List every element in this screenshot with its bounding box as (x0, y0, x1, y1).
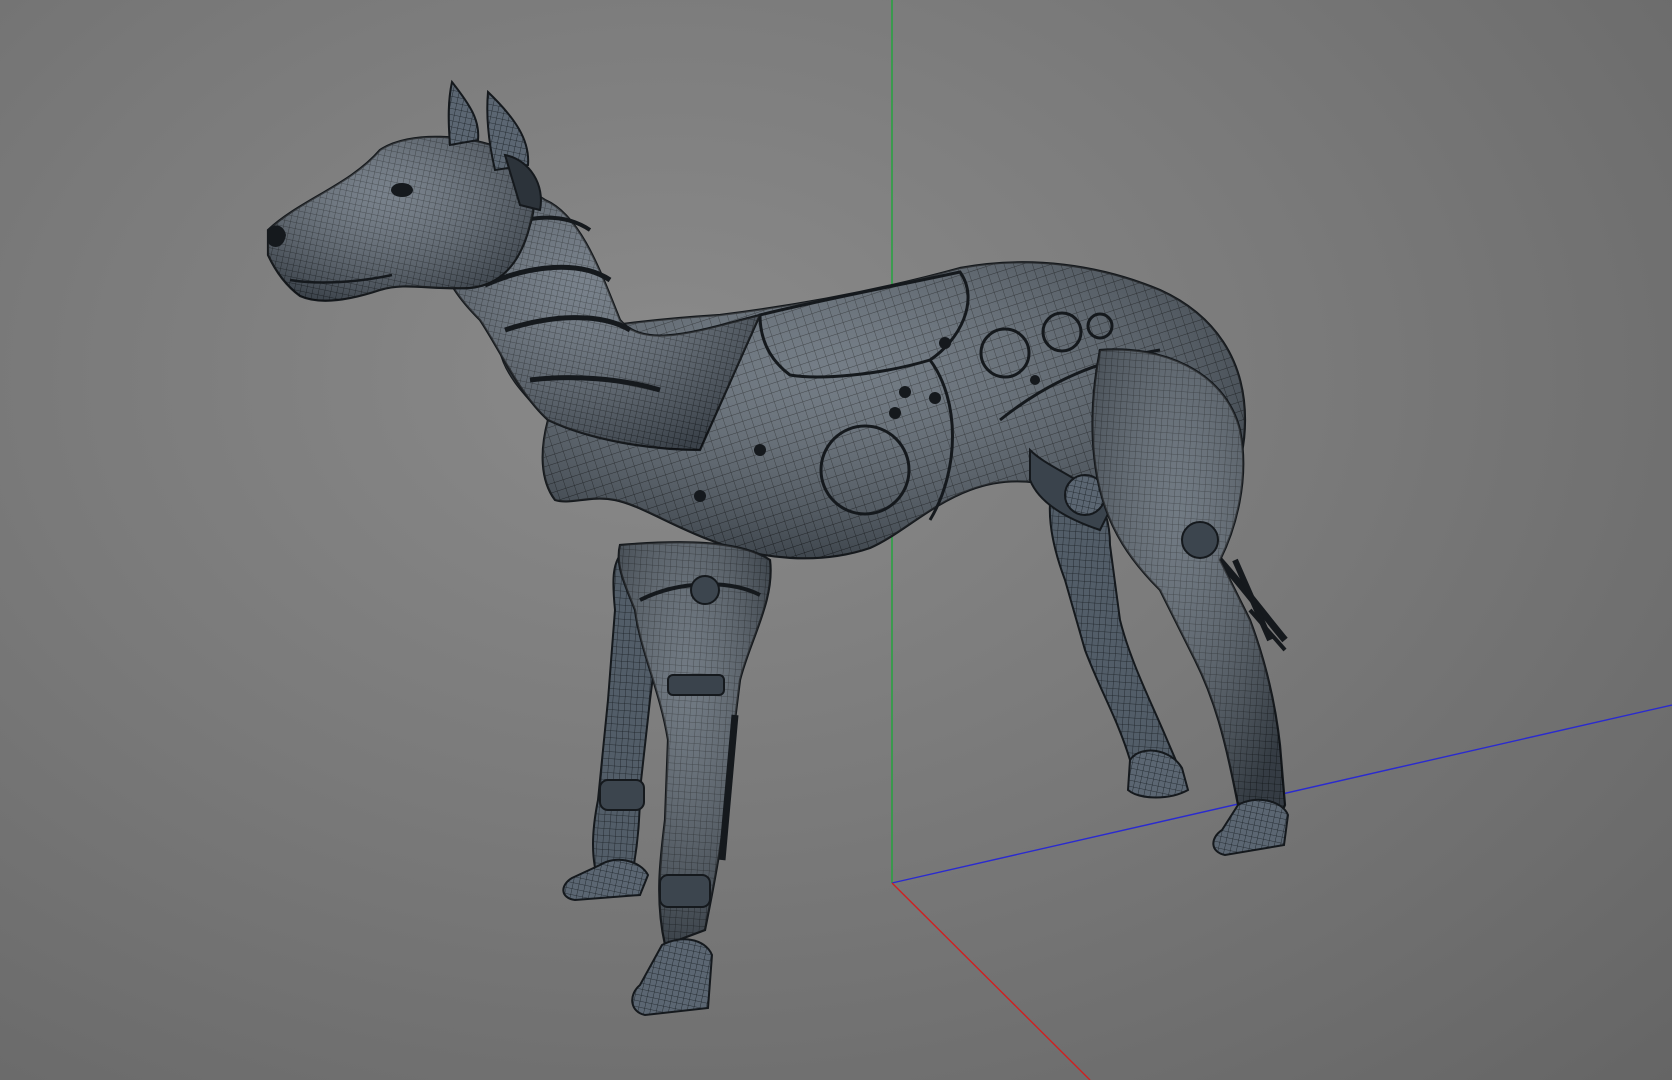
dog-model[interactable] (266, 79, 1290, 1017)
world-axes (891, 0, 1672, 1080)
3d-viewport[interactable] (0, 0, 1672, 1080)
viewport-scene[interactable] (0, 0, 1672, 1080)
x-axis-line (891, 882, 1091, 1080)
dog-head[interactable] (266, 79, 542, 302)
